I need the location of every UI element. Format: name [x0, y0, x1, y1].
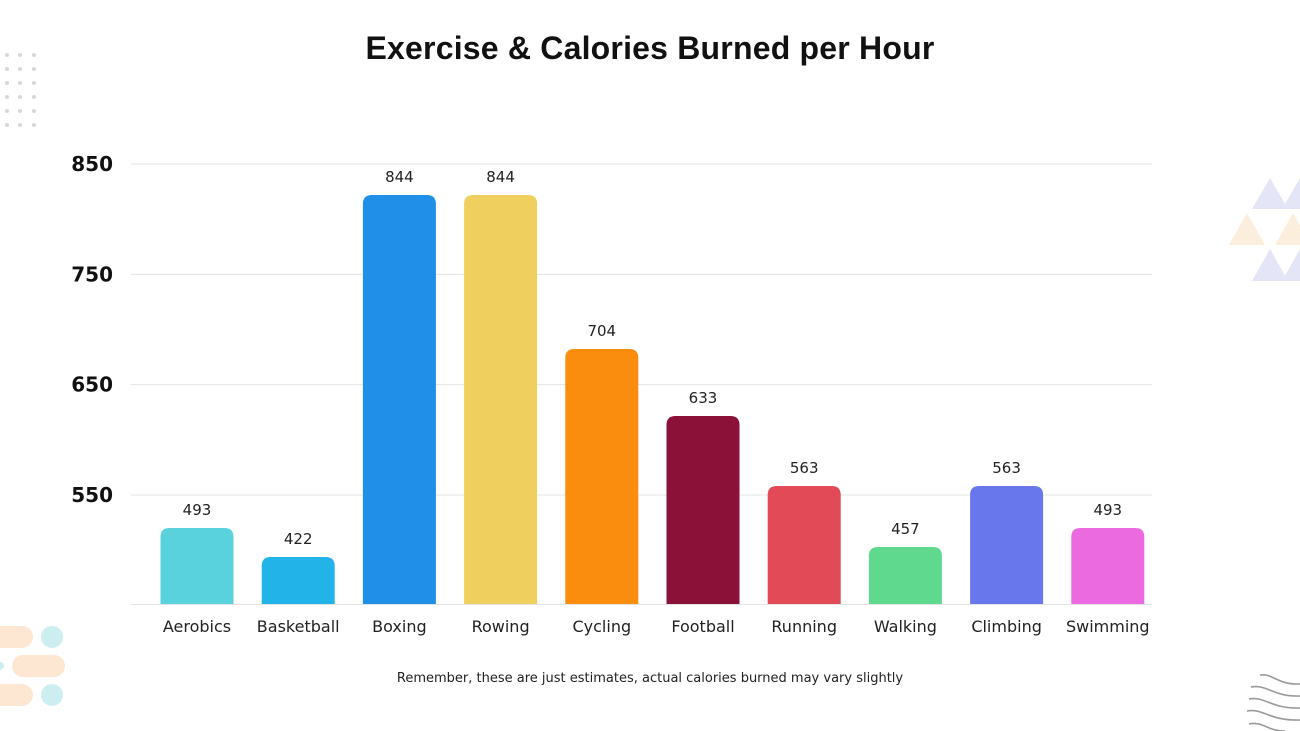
x-tick-label: Boxing [372, 617, 426, 636]
x-tick-label: Walking [874, 617, 937, 636]
data-label: 704 [587, 322, 616, 340]
data-label: 844 [486, 168, 515, 186]
data-label: 633 [689, 389, 718, 407]
data-label: 493 [183, 501, 212, 519]
bar-aerobics [160, 528, 234, 604]
footnote: Remember, these are just estimates, actu… [396, 671, 904, 686]
y-tick-label: 850 [71, 152, 113, 176]
bar-cycling [565, 349, 639, 604]
bar-rowing [464, 195, 538, 604]
x-tick-label: Cycling [572, 617, 631, 636]
data-label: 493 [1093, 501, 1122, 519]
bar-walking [868, 547, 942, 604]
data-label: 563 [992, 459, 1021, 477]
x-tick-label: Swimming [1066, 617, 1150, 636]
bar-climbing [970, 486, 1044, 604]
bar-basketball [261, 557, 335, 604]
x-tick-label: Aerobics [163, 617, 231, 636]
data-label: 844 [385, 168, 414, 186]
bar-football [666, 416, 740, 604]
bar-swimming [1071, 528, 1145, 604]
x-tick-label: Running [771, 617, 837, 636]
data-label: 457 [891, 520, 920, 538]
data-label: 563 [790, 459, 819, 477]
x-tick-label: Rowing [472, 617, 530, 636]
y-tick-label: 550 [71, 483, 113, 507]
x-tick-label: Climbing [971, 617, 1042, 636]
bar-chart: 550 650 750 850 493 Aerobics 422 Basketball 844 B… [71, 152, 1152, 636]
y-tick-label: 650 [71, 373, 113, 397]
x-tick-label: Football [671, 617, 734, 636]
bar-running [767, 486, 841, 604]
bar-boxing [362, 195, 436, 604]
y-tick-label: 750 [71, 262, 113, 286]
data-label: 422 [284, 530, 313, 548]
x-tick-label: Basketball [257, 617, 340, 636]
